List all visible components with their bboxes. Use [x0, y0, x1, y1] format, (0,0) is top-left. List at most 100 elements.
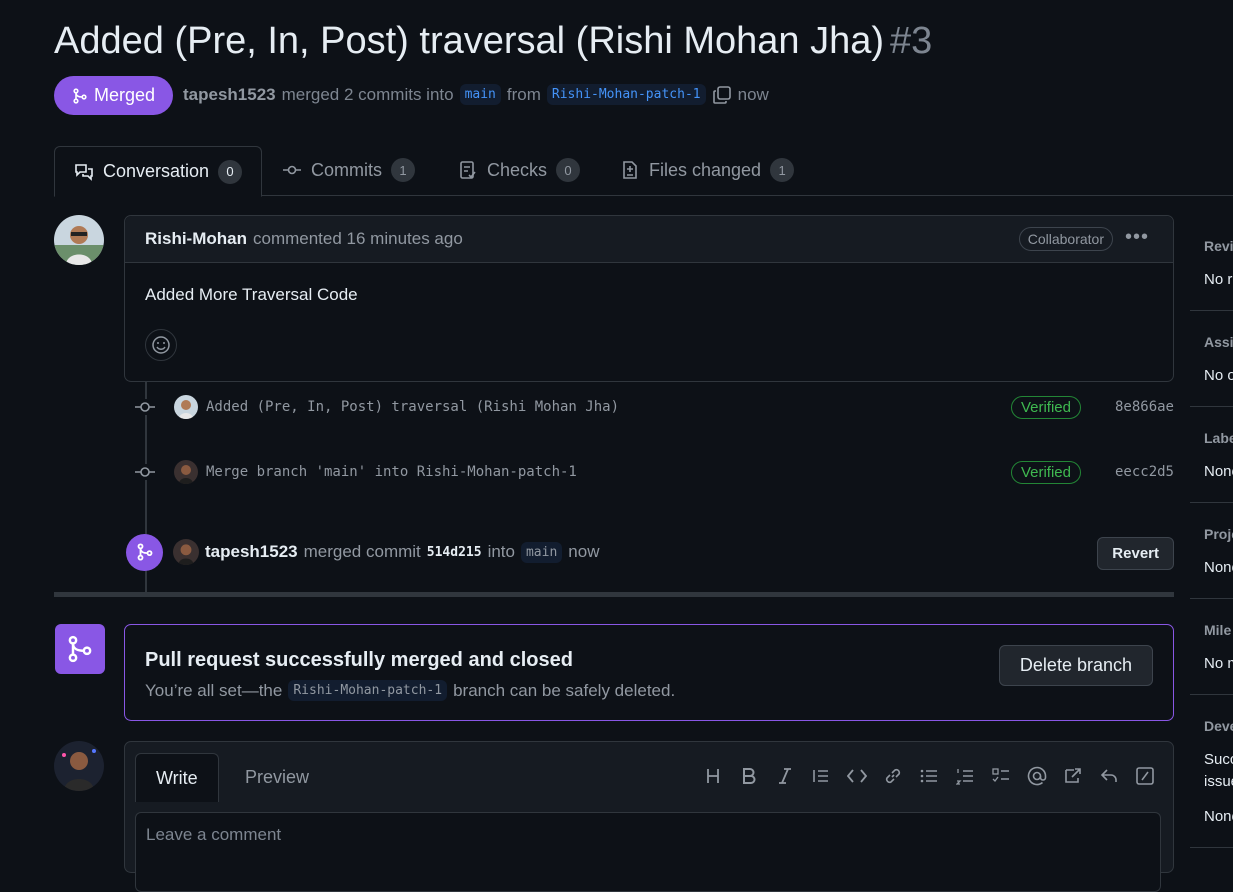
avatar-commit-author[interactable] — [174, 460, 198, 484]
comment-body: Added More Traversal Code — [145, 285, 358, 304]
smiley-icon[interactable] — [145, 329, 177, 361]
sidebar-projects-label: Proje — [1204, 526, 1233, 542]
base-branch[interactable]: main — [459, 84, 501, 105]
merged-text: merged 2 commits into — [281, 84, 454, 104]
merge-event: tapesh1523 merged commit 514d215 into ma… — [126, 533, 1174, 571]
italic-icon[interactable] — [773, 764, 797, 788]
sidebar-development-label: Deve — [1204, 718, 1233, 734]
merged-heading: Pull request successfully merged and clo… — [145, 649, 573, 671]
sidebar-projects[interactable]: Proje None — [1190, 503, 1233, 599]
merge-time: now — [568, 542, 600, 561]
task-list-icon[interactable] — [989, 764, 1013, 788]
pr-title-text: Added (Pre, In, Post) traversal (Rishi M… — [54, 20, 885, 62]
cross-reference-icon[interactable] — [1061, 764, 1085, 788]
merged-branch[interactable]: Rishi-Mohan-patch-1 — [288, 680, 448, 701]
tab-checks-label: Checks — [487, 159, 548, 180]
merge-author[interactable]: tapesh1523 — [205, 542, 298, 562]
tab-conversation[interactable]: Conversation 0 — [54, 146, 262, 197]
merged-subtext: You’re all set—the Rishi-Mohan-patch-1 b… — [145, 680, 675, 701]
avatar-rishi-mohan[interactable] — [54, 215, 104, 265]
file-diff-icon — [620, 160, 640, 180]
sidebar-labels[interactable]: Labe None — [1190, 407, 1233, 503]
tab-files-changed[interactable]: Files changed 1 — [620, 146, 795, 194]
tab-write[interactable]: Write — [135, 753, 219, 802]
commit-sha[interactable]: eecc2d5 — [1115, 464, 1174, 480]
delete-branch-button[interactable]: Delete branch — [998, 645, 1153, 686]
avatar-commit-author[interactable] — [174, 395, 198, 419]
merged-state-badge: Merged — [54, 76, 173, 115]
git-commit-icon — [133, 399, 157, 415]
merged-time: now — [737, 84, 769, 104]
reply-icon[interactable] — [1097, 764, 1121, 788]
comment-editor: Write Preview Leave a comment — [124, 741, 1174, 892]
merged-sub-post: branch can be safely deleted. — [453, 680, 676, 700]
checklist-icon — [458, 160, 478, 180]
tab-checks[interactable]: Checks 0 — [458, 146, 581, 194]
merger-link[interactable]: tapesh1523 — [183, 85, 276, 105]
sidebar-development[interactable]: Deve Succ issue None — [1190, 695, 1233, 848]
tab-conversation-count: 0 — [218, 159, 243, 184]
sidebar-labels-label: Labe — [1204, 430, 1233, 446]
git-commit-icon — [282, 160, 302, 180]
quote-icon[interactable] — [809, 764, 833, 788]
pr-meta: tapesh1523 merged 2 commits into main fr… — [183, 84, 769, 105]
slash-command-icon[interactable] — [1133, 764, 1157, 788]
markdown-toolbar — [701, 764, 1157, 788]
tab-commits-label: Commits — [311, 159, 382, 180]
merge-branch[interactable]: main — [520, 541, 563, 563]
comment-discussion-icon — [74, 162, 94, 182]
git-commit-icon — [133, 464, 157, 480]
tab-commits[interactable]: Commits 1 — [282, 146, 415, 194]
commit-message[interactable]: Added (Pre, In, Post) traversal (Rishi M… — [206, 399, 619, 415]
head-branch[interactable]: Rishi-Mohan-patch-1 — [546, 84, 706, 105]
pr-number: #3 — [890, 20, 933, 62]
sidebar-milestone[interactable]: Mile No m — [1190, 599, 1233, 695]
pr-tabs: Conversation 0 Commits 1 Checks 0 Files … — [54, 146, 1233, 197]
comment-author[interactable]: Rishi-Mohan — [145, 229, 247, 249]
code-icon[interactable] — [845, 764, 869, 788]
pr-title: Added (Pre, In, Post) traversal (Rishi M… — [54, 20, 932, 63]
sidebar-milestone-value: No m — [1204, 655, 1233, 672]
merged-panel: Pull request successfully merged and clo… — [124, 624, 1174, 721]
sidebar: Revi No r Assig No o Labe None Proje Non… — [1190, 215, 1233, 855]
revert-button[interactable]: Revert — [1097, 537, 1174, 570]
commit-row: Merge branch 'main' into Rishi-Mohan-pat… — [133, 457, 1174, 487]
commit-row: Added (Pre, In, Post) traversal (Rishi M… — [133, 392, 1174, 422]
comment-header: Rishi-Mohan commented 16 minutes ago Col… — [125, 216, 1173, 263]
tab-files-changed-label: Files changed — [649, 159, 762, 180]
sidebar-development-value-3: None — [1204, 808, 1233, 825]
verified-badge[interactable]: Verified — [1010, 395, 1081, 419]
merge-sha[interactable]: 514d215 — [427, 545, 482, 560]
copy-icon[interactable] — [712, 85, 732, 105]
sidebar-assignees[interactable]: Assig No o — [1190, 311, 1233, 407]
verified-badge[interactable]: Verified — [1010, 460, 1081, 484]
bold-icon[interactable] — [737, 764, 761, 788]
link-icon[interactable] — [881, 764, 905, 788]
git-merge-icon — [72, 87, 88, 104]
sidebar-milestone-label: Mile — [1204, 622, 1232, 638]
sidebar-reviewers-value: No r — [1204, 271, 1233, 288]
timeline-divider — [54, 592, 1174, 597]
comment-action: commented 16 minutes ago — [253, 229, 463, 248]
avatar-merger[interactable] — [173, 539, 199, 565]
ordered-list-icon[interactable] — [953, 764, 977, 788]
git-merge-icon — [55, 624, 105, 674]
mention-icon[interactable] — [1025, 764, 1049, 788]
tab-preview[interactable]: Preview — [225, 753, 329, 801]
avatar-current-user[interactable] — [54, 741, 104, 791]
sidebar-reviewers-label: Revi — [1204, 238, 1233, 254]
merged-sub-pre: You’re all set—the — [145, 680, 283, 700]
sidebar-projects-value: None — [1204, 559, 1233, 576]
heading-icon[interactable] — [701, 764, 725, 788]
comment-textarea[interactable]: Leave a comment — [135, 812, 1161, 892]
comment-box: Rishi-Mohan commented 16 minutes ago Col… — [124, 215, 1174, 382]
sidebar-reviewers[interactable]: Revi No r — [1190, 215, 1233, 311]
kebab-menu-icon[interactable]: ••• — [1125, 226, 1149, 249]
merge-text: merged commit — [303, 542, 421, 561]
collaborator-badge: Collaborator — [1018, 227, 1113, 251]
from-text: from — [506, 84, 541, 104]
unordered-list-icon[interactable] — [917, 764, 941, 788]
sidebar-development-value: Succ — [1204, 751, 1233, 768]
commit-message[interactable]: Merge branch 'main' into Rishi-Mohan-pat… — [206, 464, 577, 480]
commit-sha[interactable]: 8e866ae — [1115, 399, 1174, 415]
